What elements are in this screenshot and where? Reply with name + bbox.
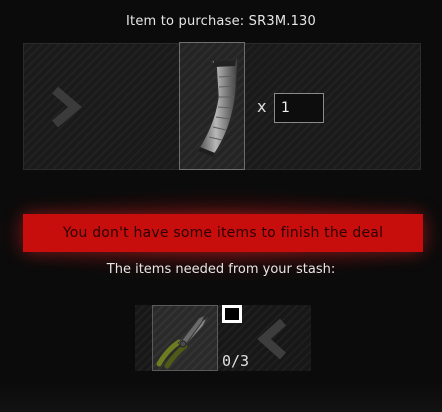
error-banner: You don't have some items to finish the … [23, 214, 423, 252]
required-item-slot[interactable] [152, 305, 218, 371]
pliers-icon [156, 313, 209, 369]
purchase-title: Item to purchase: SR3M.130 [125, 14, 316, 29]
quantity-multiplier: x [257, 97, 267, 116]
previous-arrow-icon[interactable] [47, 84, 83, 130]
requirement-arrow-icon [257, 318, 287, 360]
required-item-count: 0/3 [222, 352, 250, 370]
found-in-raid-checkbox[interactable] [222, 305, 242, 323]
magazine-icon [196, 58, 239, 157]
required-items-label: The items needed from your stash: [106, 262, 336, 277]
bottom-fade [0, 382, 442, 412]
quantity-input[interactable] [274, 93, 324, 123]
item-slot[interactable] [179, 42, 245, 170]
